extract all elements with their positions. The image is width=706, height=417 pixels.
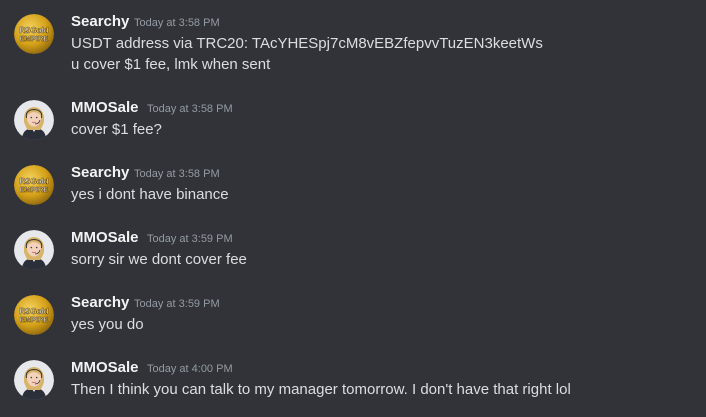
username[interactable]: MMOSale — [71, 358, 139, 378]
rsgold-empire-avatar-icon[interactable]: RSGold EMPIRE — [14, 14, 54, 54]
username[interactable]: Searchy — [71, 12, 129, 32]
svg-text:EMPIRE: EMPIRE — [20, 34, 49, 43]
message-text: u cover $1 fee, lmk when sent — [71, 56, 271, 73]
support-agent-avatar-icon[interactable] — [14, 230, 54, 270]
message-text: Then I think you can talk to my manager … — [71, 381, 571, 398]
timestamp: Today at 3:58 PM — [147, 103, 233, 115]
svg-text:EMPIRE: EMPIRE — [20, 185, 49, 194]
message-text: yes you do — [71, 316, 144, 333]
username[interactable]: Searchy — [71, 163, 129, 183]
timestamp: Today at 3:59 PM — [134, 298, 220, 310]
message-text: USDT address via TRC20: TAcYHESpj7cM8vEB… — [71, 35, 543, 52]
username[interactable]: Searchy — [71, 293, 129, 313]
chat-messages: RSGold EMPIRE Searchy Today at 3:58 PM U… — [0, 0, 706, 417]
rsgold-empire-avatar-icon[interactable]: RSGold EMPIRE — [14, 165, 54, 205]
svg-text:EMPIRE: EMPIRE — [20, 315, 49, 324]
support-agent-avatar-icon[interactable] — [14, 100, 54, 140]
message-text: sorry sir we dont cover fee — [71, 251, 247, 268]
timestamp: Today at 4:00 PM — [147, 363, 233, 375]
username[interactable]: MMOSale — [71, 98, 139, 118]
timestamp: Today at 3:59 PM — [147, 233, 233, 245]
message-text: yes i dont have binance — [71, 186, 229, 203]
support-agent-avatar-icon[interactable] — [14, 360, 54, 400]
timestamp: Today at 3:58 PM — [134, 168, 220, 180]
username[interactable]: MMOSale — [71, 228, 139, 248]
message-text: cover $1 fee? — [71, 121, 162, 138]
timestamp: Today at 3:58 PM — [134, 17, 220, 29]
rsgold-empire-avatar-icon[interactable]: RSGold EMPIRE — [14, 295, 54, 335]
